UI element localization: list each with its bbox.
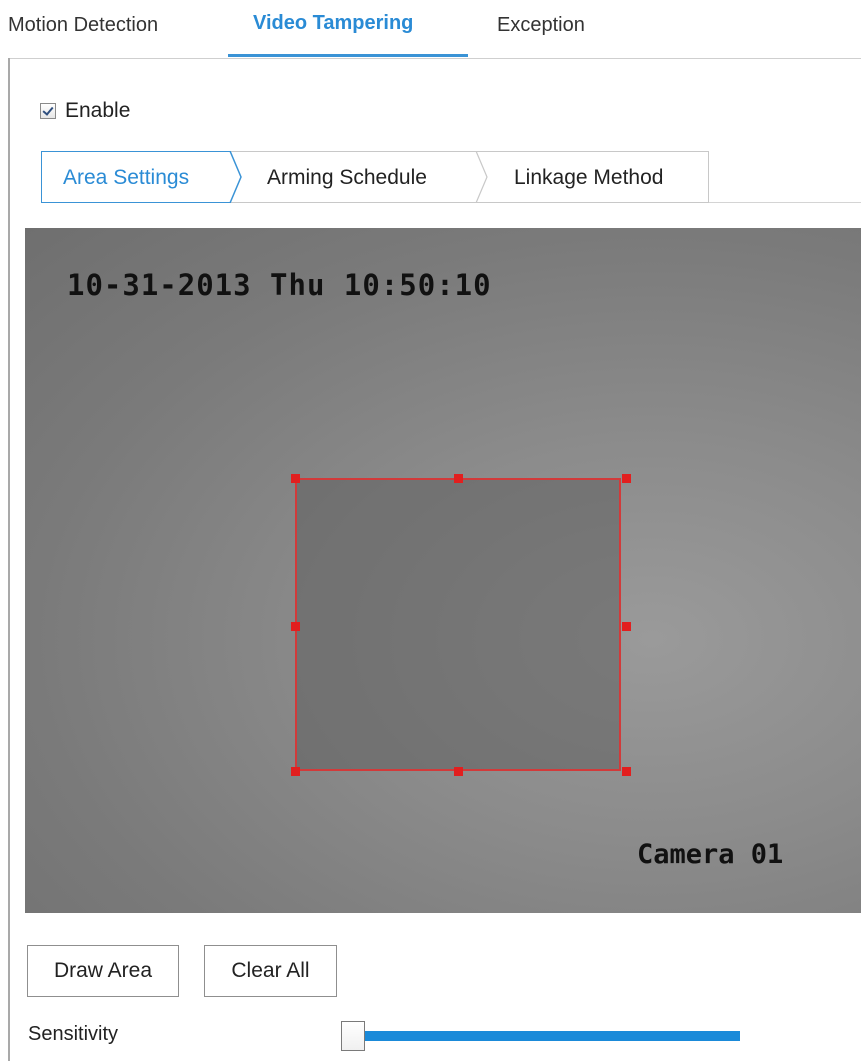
sensitivity-slider-fill <box>355 1031 740 1041</box>
video-tampering-page: Motion Detection Video Tampering Excepti… <box>0 0 861 1061</box>
sensitivity-slider-track[interactable] <box>355 1031 740 1041</box>
sub-tab-arming-schedule[interactable]: Arming Schedule <box>267 166 427 190</box>
area-handle-bottom-right[interactable] <box>622 767 631 776</box>
area-handle-top-left[interactable] <box>291 474 300 483</box>
area-handle-middle-right[interactable] <box>622 622 631 631</box>
sub-tab-area-settings[interactable]: Area Settings <box>63 166 189 190</box>
draw-area-button[interactable]: Draw Area <box>27 945 179 997</box>
tamper-detection-area[interactable] <box>295 478 621 771</box>
active-chevron-icon <box>229 151 242 203</box>
enable-checkbox[interactable] <box>40 103 56 119</box>
sensitivity-slider-thumb[interactable] <box>341 1021 365 1051</box>
panel-left-border <box>8 58 10 1061</box>
sub-tab-linkage-method[interactable]: Linkage Method <box>514 166 663 190</box>
osd-camera-name: Camera 01 <box>637 839 784 870</box>
sub-tabs-rule <box>709 202 861 203</box>
enable-row: Enable <box>40 97 130 125</box>
area-handle-middle-left[interactable] <box>291 622 300 631</box>
area-handle-top-middle[interactable] <box>454 474 463 483</box>
tab-exception[interactable]: Exception <box>497 14 585 37</box>
enable-label: Enable <box>65 99 131 122</box>
osd-datetime: 10-31-2013 Thu 10:50:10 <box>67 268 492 302</box>
area-handle-bottom-middle[interactable] <box>454 767 463 776</box>
area-handle-bottom-left[interactable] <box>291 767 300 776</box>
area-handle-top-right[interactable] <box>622 474 631 483</box>
chevron-separator-icon <box>475 151 488 203</box>
active-tab-indicator <box>228 54 468 57</box>
sensitivity-label: Sensitivity <box>28 1023 119 1045</box>
tabs-divider <box>8 58 861 59</box>
clear-all-button[interactable]: Clear All <box>204 945 337 997</box>
tab-motion-detection[interactable]: Motion Detection <box>8 14 158 37</box>
live-video-canvas[interactable]: 10-31-2013 Thu 10:50:10 Camera 01 <box>25 228 861 913</box>
main-tabs: Motion Detection Video Tampering Excepti… <box>0 0 861 58</box>
tab-video-tampering[interactable]: Video Tampering <box>253 12 413 35</box>
